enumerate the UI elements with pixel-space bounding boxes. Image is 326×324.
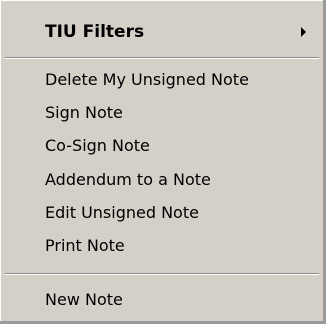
menu-separator xyxy=(5,57,319,59)
menu-item-label: New Note xyxy=(45,290,123,309)
menu-item-edit-unsigned-note[interactable]: Edit Unsigned Note xyxy=(45,198,199,228)
menu-item-new-note[interactable]: New Note xyxy=(45,285,123,315)
menu-item-label: TIU Filters xyxy=(45,22,145,42)
submenu-arrow-icon xyxy=(301,27,306,37)
menu-item-label: Edit Unsigned Note xyxy=(45,203,199,222)
menu-body: TIU Filters Delete My Unsigned Note Sign… xyxy=(0,0,323,321)
menu-item-delete-my-unsigned-note[interactable]: Delete My Unsigned Note xyxy=(45,65,249,95)
menu-item-label: Delete My Unsigned Note xyxy=(45,70,249,89)
menu-item-co-sign-note[interactable]: Co-Sign Note xyxy=(45,131,150,161)
menu-item-print-note[interactable]: Print Note xyxy=(45,231,125,261)
menu-item-label: Co-Sign Note xyxy=(45,136,150,155)
menu-item-label: Print Note xyxy=(45,236,125,255)
menu-item-tiu-filters[interactable]: TIU Filters xyxy=(45,17,144,47)
context-menu: TIU Filters Delete My Unsigned Note Sign… xyxy=(0,0,326,324)
menu-item-label: Addendum to a Note xyxy=(45,170,211,189)
menu-item-sign-note[interactable]: Sign Note xyxy=(45,98,123,128)
menu-item-label: Sign Note xyxy=(45,103,123,122)
menu-separator xyxy=(5,273,319,275)
menu-item-addendum-to-a-note[interactable]: Addendum to a Note xyxy=(45,165,211,195)
